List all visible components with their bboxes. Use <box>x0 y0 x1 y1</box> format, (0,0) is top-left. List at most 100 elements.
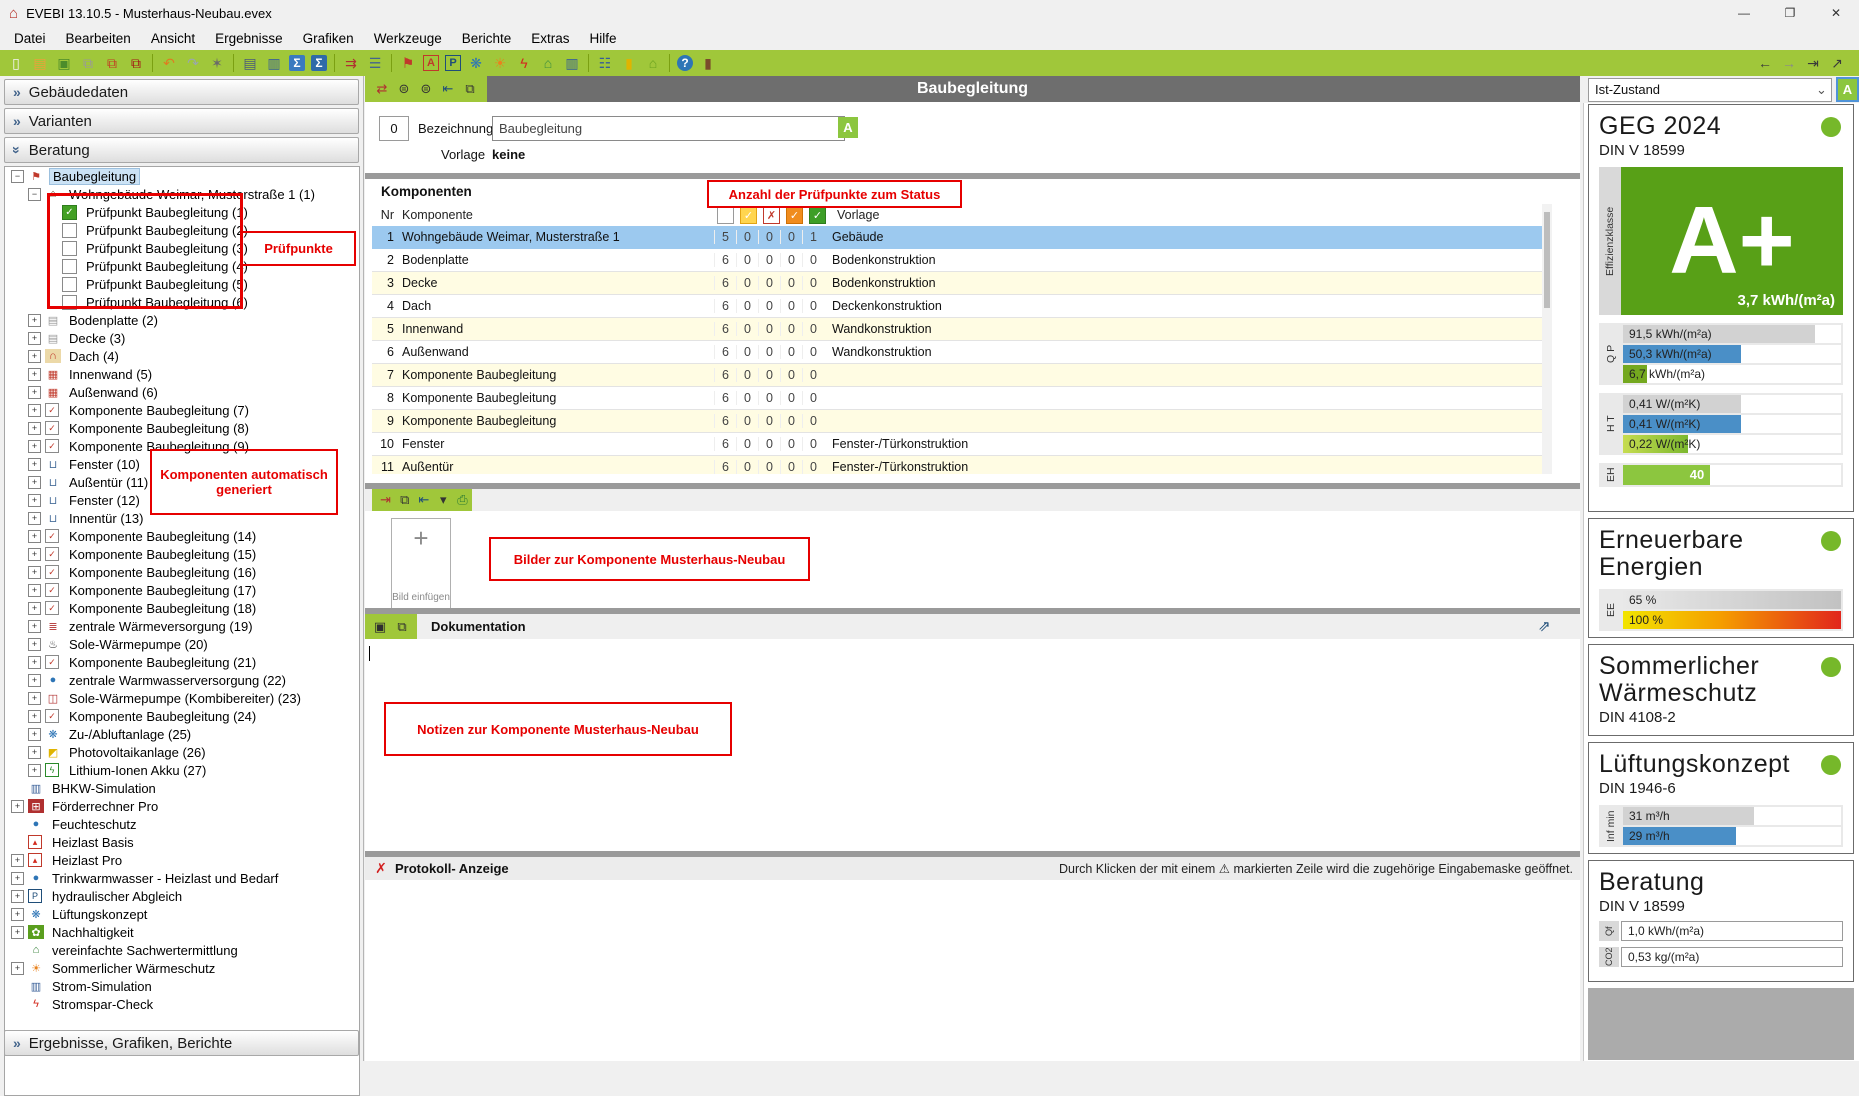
bild-einfuegen-button[interactable]: + Bild einfügen <box>391 518 451 610</box>
tree-item[interactable]: +✓Komponente Baubegleitung (15) <box>5 545 359 563</box>
tree-item[interactable]: +▦Innenwand (5) <box>5 365 359 383</box>
pruefpunkt-checkbox[interactable] <box>62 295 77 310</box>
table-row[interactable]: 10Fenster60000Fenster-/Türkonstruktion <box>372 433 1552 456</box>
expand-icon[interactable]: + <box>28 422 41 435</box>
save-icon[interactable]: ▣ <box>53 53 75 73</box>
save-doc-icon[interactable]: ▣ <box>370 618 390 636</box>
chart-icon[interactable]: ↗ <box>1826 53 1848 73</box>
building-data-icon[interactable]: ▥ <box>263 53 285 73</box>
lueftung-icon[interactable]: ❋ <box>465 53 487 73</box>
number-field[interactable]: 0 <box>379 116 409 141</box>
table-row[interactable]: 6Außenwand60000Wandkonstruktion <box>372 341 1552 364</box>
table-row[interactable]: 3Decke60000Bodenkonstruktion <box>372 272 1552 295</box>
menu-bearbeiten[interactable]: Bearbeiten <box>56 28 141 49</box>
expand-icon[interactable]: + <box>28 440 41 453</box>
menu-hilfe[interactable]: Hilfe <box>580 28 627 49</box>
protokoll-icon[interactable]: ☷ <box>594 53 616 73</box>
expand-icon[interactable]: + <box>28 350 41 363</box>
expand-icon[interactable]: + <box>28 566 41 579</box>
tree-item[interactable]: +Phydraulischer Abgleich <box>5 887 359 905</box>
sidebar-section-gebaeudedaten[interactable]: » Gebäudedaten <box>4 79 359 105</box>
menu-extras[interactable]: Extras <box>521 28 579 49</box>
expand-icon[interactable]: + <box>28 314 41 327</box>
table-row[interactable]: 5Innenwand60000Wandkonstruktion <box>372 318 1552 341</box>
menu-ansicht[interactable]: Ansicht <box>141 28 205 49</box>
maximize-button[interactable]: ❐ <box>1767 0 1813 26</box>
expand-icon[interactable]: + <box>28 386 41 399</box>
expand-icon[interactable]: + <box>28 404 41 417</box>
door-icon[interactable]: ▮ <box>697 53 719 73</box>
tree-item[interactable]: +≣zentrale Wärmeversorgung (19) <box>5 617 359 635</box>
expand-icon[interactable]: + <box>28 368 41 381</box>
copy-doc-icon[interactable]: ⧉ <box>392 618 412 636</box>
tree-item[interactable]: −⚑Baubegleitung <box>5 167 359 185</box>
expand-icon[interactable]: + <box>28 728 41 741</box>
text-template-button[interactable]: A <box>838 117 858 138</box>
expand-icon[interactable]: + <box>11 872 24 885</box>
remove-image-icon[interactable]: ⇤ <box>415 491 432 509</box>
haus-energie-icon[interactable]: ⌂ <box>642 53 664 73</box>
wizard-icon[interactable]: ✶ <box>206 53 228 73</box>
expand-icon[interactable]: + <box>28 548 41 561</box>
tree-item[interactable]: ▴Heizlast Basis <box>5 833 359 851</box>
variant-select[interactable]: Ist-Zustand ⌄ <box>1588 78 1832 102</box>
expand-icon[interactable]: + <box>11 854 24 867</box>
table-row[interactable]: 4Dach60000Deckenkonstruktion <box>372 295 1552 318</box>
back-icon[interactable]: ← <box>1754 53 1776 73</box>
expand-icon[interactable]: + <box>11 800 24 813</box>
tree-item[interactable]: +▴Heizlast Pro <box>5 851 359 869</box>
redo-icon[interactable]: ↷ <box>182 53 204 73</box>
open-editor-icon[interactable]: ⇗ <box>1538 617 1551 635</box>
help-icon[interactable]: ? <box>677 55 693 71</box>
tree-item[interactable]: +⊞Förderrechner Pro <box>5 797 359 815</box>
menu-datei[interactable]: Datei <box>4 28 56 49</box>
tree-item[interactable]: +◫Sole-Wärmepumpe (Kombibereiter) (23) <box>5 689 359 707</box>
goto-icon[interactable]: ⇥ <box>1802 53 1824 73</box>
bezeichnung-input[interactable]: Baubegleitung <box>492 116 845 141</box>
expand-icon[interactable]: + <box>11 926 24 939</box>
menu-berichte[interactable]: Berichte <box>452 28 522 49</box>
import-icon[interactable]: ⧉ <box>101 53 123 73</box>
tree-item[interactable]: ●Feuchteschutz <box>5 815 359 833</box>
tree-item[interactable]: Prüfpunkt Baubegleitung (5) <box>5 275 359 293</box>
calc-sigma2-icon[interactable]: Σ <box>311 55 327 71</box>
expand-icon[interactable]: + <box>28 476 41 489</box>
new-file-icon[interactable]: ▯ <box>5 53 27 73</box>
tree-item[interactable]: +✓Komponente Baubegleitung (7) <box>5 401 359 419</box>
tree-item[interactable]: ✓Prüfpunkt Baubegleitung (1) <box>5 203 359 221</box>
protokoll-close-icon[interactable]: ✗ <box>373 861 389 877</box>
expand-icon[interactable]: + <box>28 458 41 471</box>
tree-item[interactable]: +☀Sommerlicher Wärmeschutz <box>5 959 359 977</box>
expand-icon[interactable]: + <box>28 530 41 543</box>
collapse-icon[interactable]: − <box>11 170 24 183</box>
tree-item[interactable]: ⌂vereinfachte Sachwertermittlung <box>5 941 359 959</box>
sachwert-icon[interactable]: ⌂ <box>537 53 559 73</box>
minimize-button[interactable]: — <box>1721 0 1767 26</box>
undo-icon[interactable]: ↶ <box>158 53 180 73</box>
expand-icon[interactable]: + <box>28 620 41 633</box>
table-row[interactable]: 1Wohngebäude Weimar, Musterstraße 150001… <box>372 226 1552 249</box>
tree-item[interactable]: Prüfpunkt Baubegleitung (6) <box>5 293 359 311</box>
pruefpunkt-checkbox[interactable] <box>62 277 77 292</box>
pruefpunkt-checkbox[interactable] <box>62 259 77 274</box>
copy-icon[interactable]: ⧉ <box>77 53 99 73</box>
collapse-icon[interactable]: − <box>28 188 41 201</box>
expand-icon[interactable]: + <box>11 908 24 921</box>
baubegleitung-flag-icon[interactable]: ⚑ <box>397 53 419 73</box>
tree-item[interactable]: +◩Photovoltaikanlage (26) <box>5 743 359 761</box>
tree-item[interactable]: ϟStromspar-Check <box>5 995 359 1013</box>
open-folder-icon[interactable]: ▤ <box>29 53 51 73</box>
expand-icon[interactable]: + <box>11 890 24 903</box>
tree-item[interactable]: +●zentrale Warmwasserversorgung (22) <box>5 671 359 689</box>
tree-item[interactable]: +♨Sole-Wärmepumpe (20) <box>5 635 359 653</box>
sidebar-section-varianten[interactable]: » Varianten <box>4 108 359 134</box>
tree-item[interactable]: +ϟLithium-Ionen Akku (27) <box>5 761 359 779</box>
variant-a-button[interactable]: A <box>1836 77 1859 102</box>
export-image-icon[interactable]: ⎙ <box>454 491 471 509</box>
expand-icon[interactable]: + <box>28 746 41 759</box>
table-row[interactable]: 7Komponente Baubegleitung60000 <box>372 364 1552 387</box>
expand-icon[interactable]: + <box>28 332 41 345</box>
menu-grafiken[interactable]: Grafiken <box>293 28 364 49</box>
table-scrollbar-thumb[interactable] <box>1544 212 1550 308</box>
table-row[interactable]: 2Bodenplatte60000Bodenkonstruktion <box>372 249 1552 272</box>
